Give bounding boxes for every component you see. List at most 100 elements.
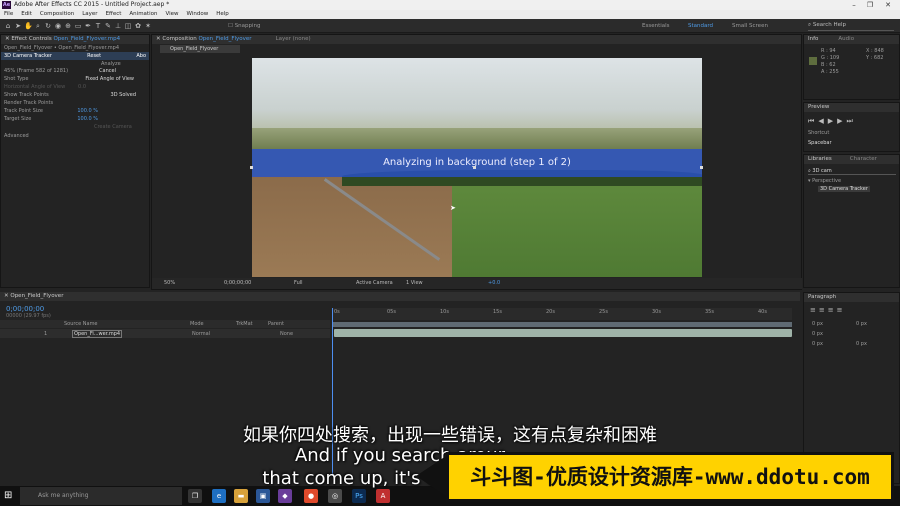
- target-size-value[interactable]: 100.0 %: [77, 116, 98, 122]
- menu-window[interactable]: Window: [187, 11, 209, 17]
- puppet-tool-icon[interactable]: ✶: [144, 22, 152, 30]
- first-frame-icon[interactable]: ⏮: [808, 117, 818, 125]
- pan-behind-tool-icon[interactable]: ⊕: [64, 22, 72, 30]
- align-center-icon[interactable]: ≡: [819, 306, 828, 314]
- col-source-name[interactable]: Source Name: [64, 321, 98, 327]
- align-right-icon[interactable]: ≡: [828, 306, 837, 314]
- eraser-tool-icon[interactable]: ◫: [124, 22, 132, 30]
- play-icon[interactable]: ▶: [828, 117, 837, 125]
- file-explorer-icon[interactable]: ▬: [234, 489, 248, 503]
- shot-type-dropdown[interactable]: Fixed Angle of View: [85, 76, 134, 82]
- close-icon[interactable]: ✕: [880, 0, 896, 10]
- audio-tab[interactable]: Audio: [838, 36, 854, 42]
- paragraph-tab[interactable]: Paragraph: [804, 293, 899, 302]
- home-icon[interactable]: ⌂: [4, 22, 12, 30]
- minimize-icon[interactable]: –: [846, 0, 862, 10]
- zoom-dropdown[interactable]: 50%: [164, 280, 175, 286]
- col-parent[interactable]: Parent: [268, 321, 284, 327]
- create-camera-button[interactable]: Create Camera: [1, 123, 149, 130]
- show-track-points-dropdown[interactable]: 3D Solved: [111, 92, 136, 98]
- photoshop-icon[interactable]: Ps: [352, 489, 366, 503]
- menu-animation[interactable]: Animation: [129, 11, 157, 17]
- shortcut-dropdown[interactable]: Spacebar: [808, 140, 832, 146]
- analyze-button[interactable]: Analyze: [1, 60, 149, 67]
- indent-first[interactable]: 0 px: [812, 331, 823, 337]
- comp-timecode[interactable]: 0;00;00;00: [224, 280, 251, 286]
- col-trkmat[interactable]: TrkMat: [236, 321, 253, 327]
- indent-left[interactable]: 0 px: [812, 321, 823, 327]
- roto-brush-tool-icon[interactable]: ✿: [134, 22, 142, 30]
- menu-layer[interactable]: Layer: [82, 11, 97, 17]
- composition-tab[interactable]: ✕ Composition Open_Field_Flyover Layer (n…: [152, 35, 801, 44]
- indent-right[interactable]: 0 px: [856, 321, 867, 327]
- menu-file[interactable]: File: [4, 11, 13, 17]
- menu-edit[interactable]: Edit: [21, 11, 32, 17]
- col-mode[interactable]: Mode: [190, 321, 204, 327]
- media-app-icon[interactable]: ◆: [278, 489, 292, 503]
- windows-start-icon[interactable]: ⊞: [4, 490, 12, 501]
- zoom-tool-icon[interactable]: ⌕: [34, 22, 42, 30]
- comp-navigator-label[interactable]: Open_Field_Flyover: [160, 45, 240, 53]
- layer-tab[interactable]: Layer (none): [276, 36, 311, 42]
- time-ruler[interactable]: 0s 05s 10s 15s 20s 25s 30s 35s 40s: [332, 308, 792, 320]
- type-tool-icon[interactable]: T: [94, 22, 102, 30]
- view-dropdown[interactable]: Active Camera: [356, 280, 393, 286]
- exposure-value[interactable]: +0.0: [488, 280, 500, 286]
- timeline-timecode[interactable]: 0;00;00;00: [6, 305, 44, 313]
- hfov-value[interactable]: 0.0: [78, 84, 86, 90]
- timeline-tab[interactable]: ✕ Open_Field_Flyover: [0, 292, 800, 301]
- character-tab[interactable]: Character: [850, 156, 877, 162]
- mask-tool-icon[interactable]: ▭: [74, 22, 82, 30]
- task-view-icon[interactable]: ❐: [188, 489, 202, 503]
- layer-handle[interactable]: [700, 166, 703, 169]
- edge-icon[interactable]: e: [212, 489, 226, 503]
- selection-tool-icon[interactable]: ➤: [14, 22, 22, 30]
- layer-parent-dropdown[interactable]: None: [280, 331, 293, 337]
- workspace-essentials[interactable]: Essentials: [642, 23, 670, 29]
- acrobat-icon[interactable]: A: [376, 489, 390, 503]
- snapping-checkbox[interactable]: ☐ Snapping: [228, 23, 261, 29]
- store-icon[interactable]: ▣: [256, 489, 270, 503]
- space-after[interactable]: 0 px: [856, 341, 867, 347]
- prev-frame-icon[interactable]: ◀: [818, 117, 827, 125]
- pen-tool-icon[interactable]: ✒: [84, 22, 92, 30]
- libraries-tab[interactable]: Libraries: [808, 156, 832, 162]
- preview-tab[interactable]: Preview: [804, 103, 899, 112]
- workspace-small-screen[interactable]: Small Screen: [732, 23, 768, 29]
- cancel-button[interactable]: Cancel: [99, 68, 116, 74]
- perspective-group[interactable]: ▾ Perspective: [808, 178, 841, 184]
- cortana-search-box[interactable]: Ask me anything: [20, 487, 182, 505]
- effects-search-input[interactable]: ⌕ 3D cam: [808, 168, 896, 175]
- space-before[interactable]: 0 px: [812, 341, 823, 347]
- effect-about-button[interactable]: Abo: [136, 53, 146, 59]
- app-icon[interactable]: ◎: [328, 489, 342, 503]
- info-tab[interactable]: Info: [808, 36, 818, 42]
- views-layout-dropdown[interactable]: 1 View: [406, 280, 423, 286]
- camera-tool-icon[interactable]: ◉: [54, 22, 62, 30]
- hand-tool-icon[interactable]: ✋: [24, 22, 33, 30]
- resolution-dropdown[interactable]: Full: [294, 280, 303, 286]
- brush-tool-icon[interactable]: ✎: [104, 22, 112, 30]
- work-area-bar[interactable]: [332, 322, 792, 327]
- clone-stamp-tool-icon[interactable]: ⊥: [114, 22, 122, 30]
- maximize-icon[interactable]: ❐: [862, 0, 878, 10]
- search-help-input[interactable]: ⌕ Search Help: [808, 22, 894, 31]
- last-frame-icon[interactable]: ⏭: [846, 117, 856, 125]
- layer-duration-bar[interactable]: [334, 329, 792, 337]
- render-track-points-label[interactable]: Render Track Points: [1, 99, 149, 107]
- camera-tracker-item[interactable]: 3D Camera Tracker: [818, 186, 870, 192]
- layer-mode-dropdown[interactable]: Normal: [192, 331, 210, 337]
- chrome-icon[interactable]: ●: [304, 489, 318, 503]
- align-left-icon[interactable]: ≡: [810, 306, 819, 314]
- layer-handle[interactable]: [250, 166, 253, 169]
- menu-help[interactable]: Help: [216, 11, 229, 17]
- advanced-group[interactable]: Advanced: [1, 130, 149, 142]
- table-row[interactable]: 1 Open_Fi...wer.mp4 Normal None: [0, 329, 330, 338]
- justify-icon[interactable]: ≡: [837, 306, 846, 314]
- menu-effect[interactable]: Effect: [106, 11, 122, 17]
- menu-view[interactable]: View: [165, 11, 178, 17]
- rotate-tool-icon[interactable]: ↻: [44, 22, 52, 30]
- menu-composition[interactable]: Composition: [40, 11, 74, 17]
- track-point-size-value[interactable]: 100.0 %: [77, 108, 98, 114]
- effect-controls-tab[interactable]: ✕ Effect Controls Open_Field_Flyover.mp4: [1, 35, 149, 44]
